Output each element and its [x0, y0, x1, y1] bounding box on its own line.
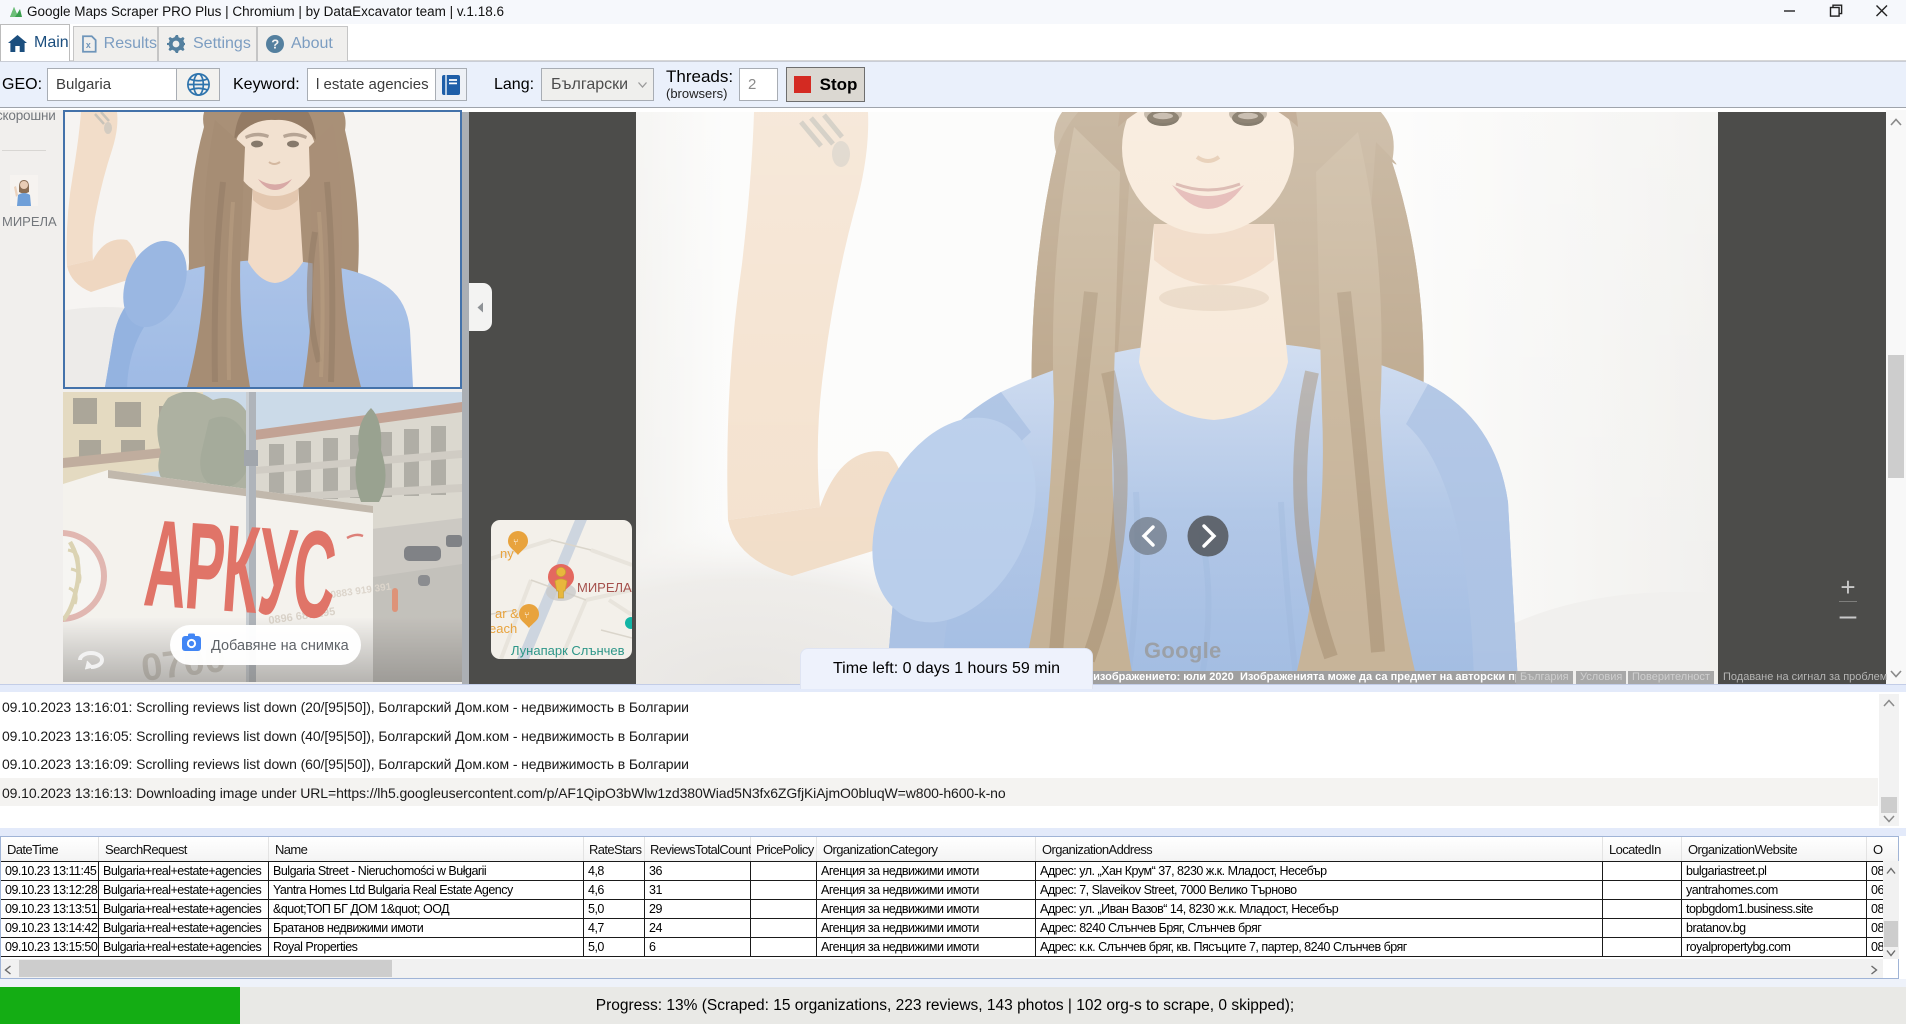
svg-text:МИРЕЛА: МИРЕЛА [577, 580, 632, 595]
svg-text:⑂: ⑂ [513, 537, 518, 547]
svg-text:Добавяне на снимка: Добавяне на снимка [211, 638, 350, 654]
svg-text:x: x [86, 40, 91, 50]
svg-text:ny: ny [500, 546, 514, 561]
svg-text:each: each [491, 621, 517, 636]
svg-text:Лунапарк Слънчев: Лунапарк Слънчев [511, 643, 625, 658]
svg-text:?: ? [271, 37, 279, 52]
svg-text:АРКУС: АРКУС [141, 493, 340, 645]
svg-text:Google: Google [1144, 638, 1222, 663]
svg-text:⑂: ⑂ [524, 610, 529, 620]
svg-text:ar &: ar & [495, 606, 519, 621]
